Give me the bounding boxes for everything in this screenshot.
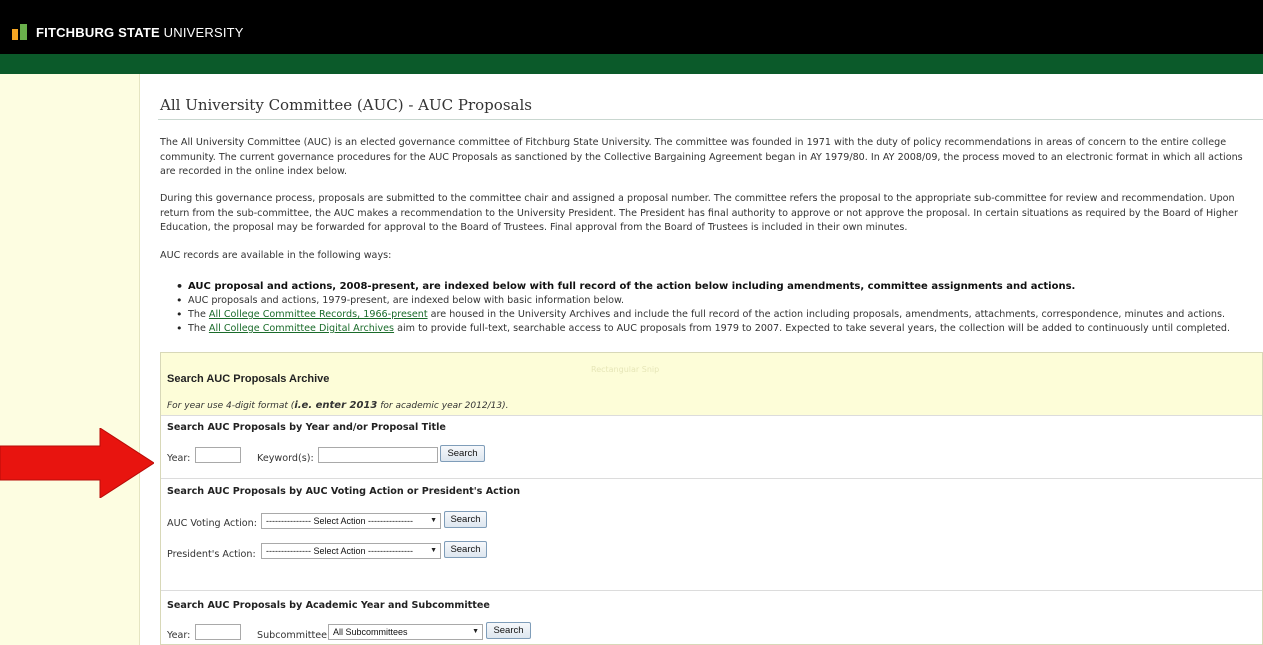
list-item: The All College Committee Digital Archiv… [176, 322, 1263, 336]
list-item: AUC proposal and actions, 2008-present, … [176, 280, 1263, 294]
chevron-down-icon: ▼ [430, 517, 437, 524]
snip-tooltip: Rectangular Snip [591, 365, 660, 374]
site-header: FITCHBURG STATE UNIVERSITY [0, 0, 1263, 54]
keyword-label: Keyword(s): [257, 453, 314, 464]
section-title-academic-year: Search AUC Proposals by Academic Year an… [167, 600, 490, 611]
year-input[interactable] [195, 447, 241, 463]
voting-action-select[interactable]: --------------- Select Action ----------… [261, 513, 441, 529]
left-sidebar [0, 74, 140, 645]
search-presidents-action-button[interactable]: Search [444, 541, 487, 558]
section-title-year-keyword: Search AUC Proposals by Year and/or Prop… [167, 422, 446, 433]
committee-records-link[interactable]: All College Committee Records, 1966-pres… [209, 309, 428, 320]
section-divider [161, 590, 1262, 591]
presidents-action-select[interactable]: --------------- Select Action ----------… [261, 543, 441, 559]
voting-action-label: AUC Voting Action: [167, 518, 257, 529]
red-arrow-right-icon [0, 428, 154, 498]
subcommittee-selected: All Subcommittees [333, 627, 408, 637]
keyword-input[interactable] [318, 447, 438, 463]
search-panel-header: Search AUC Proposals Archive Rectangular… [161, 353, 1262, 415]
records-intro: AUC records are available in the followi… [160, 250, 392, 261]
university-logo[interactable]: FITCHBURG STATE UNIVERSITY [12, 24, 244, 40]
list-item-text: The [188, 323, 206, 334]
main-content: All University Committee (AUC) - AUC Pro… [158, 74, 1263, 645]
academic-year-label: Year: [167, 630, 191, 641]
section-title-voting-action: Search AUC Proposals by AUC Voting Actio… [167, 486, 521, 497]
list-item: The All College Committee Records, 1966-… [176, 308, 1263, 322]
nav-bar [0, 54, 1263, 74]
search-year-keyword-button[interactable]: Search [440, 445, 485, 462]
section-divider [161, 415, 1262, 416]
brand-light: UNIVERSITY [163, 24, 244, 40]
search-archive-panel: Search AUC Proposals Archive Rectangular… [160, 352, 1263, 645]
presidents-action-label: President's Action: [167, 549, 256, 560]
year-format-hint: For year use 4-digit format (i.e. enter … [167, 400, 508, 411]
fitchburg-logo-icon [12, 24, 30, 40]
chevron-down-icon: ▼ [430, 547, 437, 554]
section-divider [161, 478, 1262, 479]
subcommittee-select[interactable]: All Subcommittees ▼ [328, 624, 483, 640]
logo-text: FITCHBURG STATE UNIVERSITY [36, 25, 244, 40]
academic-year-input[interactable] [195, 624, 241, 640]
digital-archives-link[interactable]: All College Committee Digital Archives [209, 323, 394, 334]
brand-bold: FITCHBURG STATE [36, 24, 160, 40]
records-list: AUC proposal and actions, 2008-present, … [176, 280, 1263, 336]
hint-example: i.e. enter 2013 [294, 400, 378, 411]
page-title: All University Committee (AUC) - AUC Pro… [160, 96, 532, 114]
voting-action-selected: --------------- Select Action ----------… [266, 516, 413, 526]
process-paragraph: During this governance process, proposal… [160, 193, 1238, 233]
search-panel-title: Search AUC Proposals Archive [167, 373, 330, 385]
list-item-text: The [188, 309, 206, 320]
presidents-action-selected: --------------- Select Action ----------… [266, 546, 413, 556]
list-item-text: aim to provide full-text, searchable acc… [397, 323, 1231, 334]
list-item-text: are housed in the University Archives an… [430, 309, 1226, 320]
year-label: Year: [167, 453, 191, 464]
chevron-down-icon: ▼ [472, 628, 479, 635]
hint-text: For year use 4-digit format ( [167, 401, 295, 411]
subcommittee-label: Subcommittee: [257, 630, 331, 641]
hint-text: for academic year 2012/13). [380, 401, 509, 411]
search-subcommittee-button[interactable]: Search [486, 622, 531, 639]
intro-paragraph: The All University Committee (AUC) is an… [160, 137, 1243, 177]
list-item: AUC proposals and actions, 1979-present,… [176, 294, 1263, 308]
title-divider [158, 119, 1263, 120]
search-voting-action-button[interactable]: Search [444, 511, 487, 528]
